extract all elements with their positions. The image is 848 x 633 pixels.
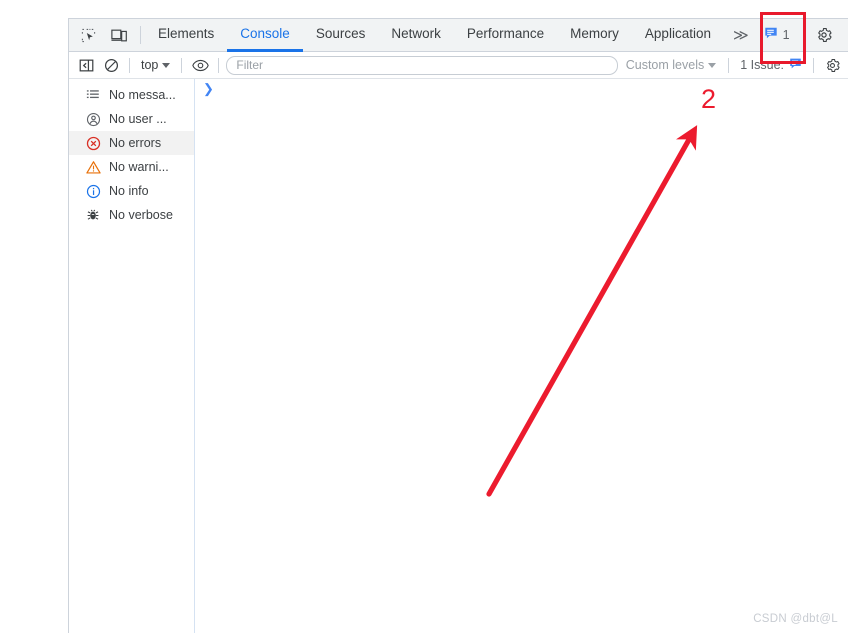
user-message-icon [85,111,101,127]
tab-memory[interactable]: Memory [557,19,632,52]
tab-console[interactable]: Console [227,19,303,52]
chevron-down-icon [708,62,717,68]
issues-count-label: 1 [782,28,790,42]
inspect-element-icon[interactable] [77,24,99,46]
console-prompt-chevron-icon: ❯ [203,81,214,96]
live-expression-eye-icon[interactable] [189,54,211,76]
annotation-step-number: 2 [701,84,717,114]
sidebar-item-verbose-label: No verbose [109,208,173,222]
issues-badge-icon [789,57,802,73]
console-sidebar: No messa... No user ... No errors No war… [69,79,195,633]
console-body: No messa... No user ... No errors No war… [69,79,848,633]
sidebar-item-warnings-label: No warni... [109,160,169,174]
tabbar-divider [140,26,141,44]
console-toolbar-divider-3 [218,57,220,73]
issues-status-label: 1 Issue: [740,58,784,72]
tab-list: Elements Console Sources Network Perform… [145,19,758,52]
tab-application[interactable]: Application [632,19,724,52]
tab-elements[interactable]: Elements [145,19,227,52]
sidebar-item-verbose[interactable]: No verbose [69,203,194,227]
tab-sources-label: Sources [315,26,366,42]
tab-sources[interactable]: Sources [303,19,379,52]
console-toolbar-divider-5 [813,57,814,73]
sidebar-item-messages-label: No messa... [109,88,176,102]
warning-triangle-icon [85,159,101,175]
issues-message-icon [764,26,778,45]
sidebar-item-warnings[interactable]: No warni... [69,155,194,179]
sidebar-item-user-messages-label: No user ... [109,112,167,126]
log-levels-label: Custom levels [625,58,705,72]
tab-performance[interactable]: Performance [454,19,557,52]
sidebar-item-messages[interactable]: No messa... [69,83,194,107]
info-circle-icon [85,183,101,199]
list-messages-icon [85,87,101,103]
execution-context-selector[interactable]: top [137,55,174,75]
gear-icon[interactable] [811,22,837,48]
issues-status-button[interactable]: 1 Issue: [736,57,806,73]
device-toolbar-icon[interactable] [108,24,130,46]
more-tabs-icon[interactable]: ≫ [724,19,758,51]
error-circle-x-icon [85,135,101,151]
three-dots-vertical-icon[interactable] [839,22,848,48]
tab-network[interactable]: Network [378,19,454,52]
console-prompt-row[interactable]: ❯ [195,79,848,95]
sidebar-item-info[interactable]: No info [69,179,194,203]
tab-application-label: Application [644,26,711,42]
execution-context-label: top [141,58,159,72]
chevron-down-icon [162,62,171,68]
show-console-sidebar-icon[interactable] [75,54,97,76]
screenshot-root: Elements Console Sources Network Perform… [0,0,848,633]
console-toolbar: top Custom levels 1 Issue: [69,52,848,79]
sidebar-item-errors[interactable]: No errors [69,131,194,155]
tab-network-label: Network [391,26,441,42]
sidebar-item-user-messages[interactable]: No user ... [69,107,194,131]
tab-console-label: Console [240,26,290,42]
clear-console-icon[interactable] [100,54,122,76]
more-tabs-label: ≫ [732,27,749,44]
devtools-tabbar: Elements Console Sources Network Perform… [69,19,848,52]
sidebar-item-errors-label: No errors [109,136,162,150]
issues-counter-button[interactable]: 1 [758,23,798,47]
tabbar-left-icons [69,19,136,51]
tab-memory-label: Memory [570,26,619,42]
tab-elements-label: Elements [158,26,215,42]
sidebar-item-info-label: No info [109,184,149,198]
filter-input[interactable] [226,55,618,75]
gear-icon[interactable] [821,54,843,76]
console-toolbar-divider-1 [129,57,130,73]
devtools-panel: Elements Console Sources Network Perform… [68,18,848,633]
tabbar-right-controls: 1 [758,19,848,51]
log-levels-selector[interactable]: Custom levels [621,58,722,72]
watermark-text: CSDN @dbt@L [753,613,838,625]
tab-performance-label: Performance [466,26,545,42]
console-toolbar-divider-2 [181,57,183,73]
console-toolbar-divider-4 [728,57,730,73]
verbose-bug-icon [85,207,101,223]
console-output-area[interactable]: ❯ [195,79,848,633]
